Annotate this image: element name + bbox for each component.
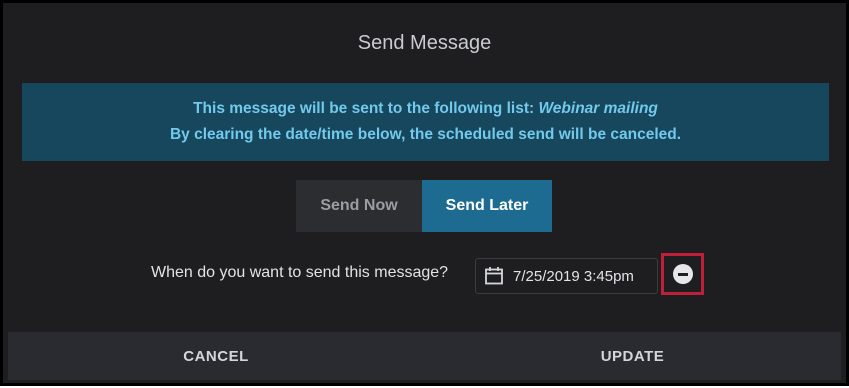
send-datetime-input[interactable]: 7/25/2019 3:45pm [475,258,658,294]
update-button[interactable]: UPDATE [424,332,841,380]
cancel-button[interactable]: CANCEL [8,332,424,380]
schedule-question-label: When do you want to send this message? [151,264,449,281]
send-message-dialog: Send Message This message will be sent t… [0,0,849,386]
send-now-button[interactable]: Send Now [296,180,422,232]
datetime-value: 7/25/2019 3:45pm [513,268,634,285]
calendar-icon[interactable] [484,266,504,286]
dialog-footer: CANCEL UPDATE [8,332,841,380]
send-later-button[interactable]: Send Later [422,180,552,232]
dialog-title: Send Message [357,32,492,54]
clear-datetime-highlight [661,253,704,295]
info-banner: This message will be sent to the followi… [22,83,829,161]
minus-circle-icon[interactable] [672,264,693,284]
banner-list-prefix: This message will be sent to the followi… [193,100,539,117]
banner-line-warning: By clearing the date/time below, the sch… [169,126,682,143]
banner-list-name: Webinar mailing [538,100,658,117]
banner-line-list: This message will be sent to the followi… [22,100,829,118]
